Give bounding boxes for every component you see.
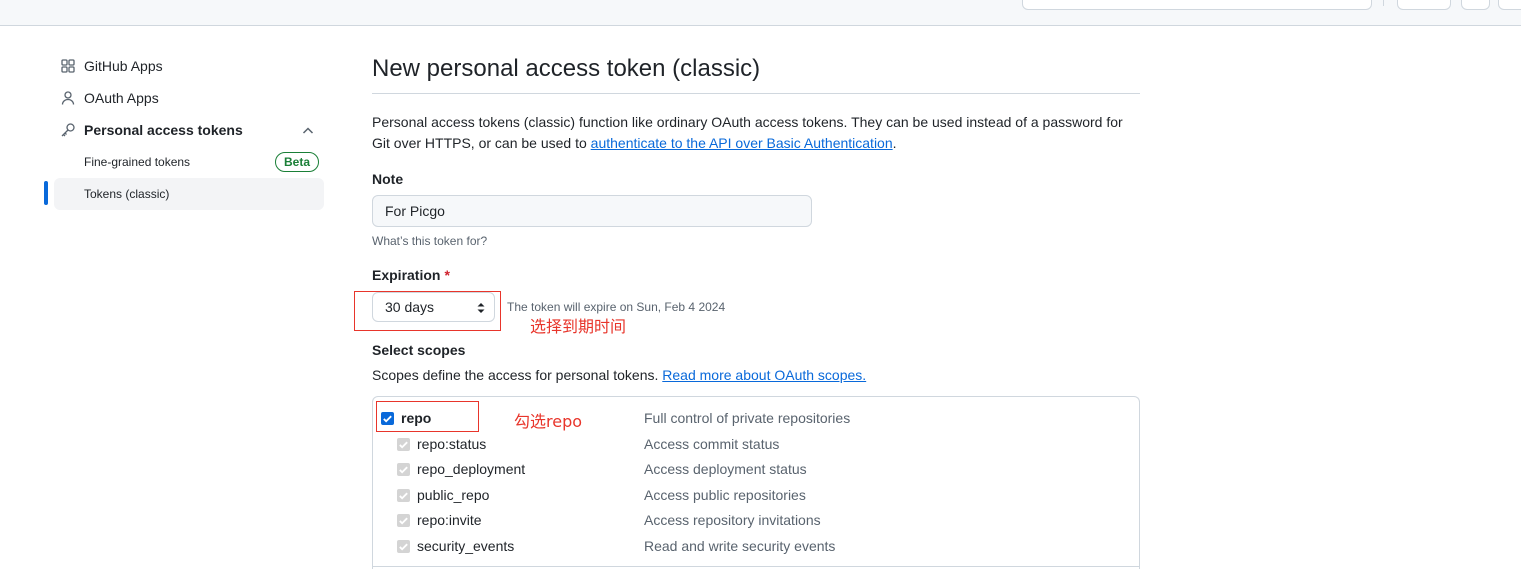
- divider: [372, 566, 1140, 567]
- scope-name: repo:status: [417, 436, 487, 452]
- page-description: Personal access tokens (classic) functio…: [372, 112, 1140, 154]
- repo-status-checkbox[interactable]: [397, 438, 410, 451]
- scope-description: Read and write security events: [644, 538, 836, 554]
- scope-name: repo: [401, 410, 432, 426]
- scope-description: Access public repositories: [644, 487, 806, 503]
- sidebar-item-label: Tokens (classic): [84, 187, 170, 201]
- select-scopes-label: Select scopes: [372, 342, 466, 358]
- sidebar-item-label: GitHub Apps: [84, 58, 163, 74]
- required-asterisk: *: [444, 267, 450, 283]
- scope-row-security-events[interactable]: security_events Read and write security …: [373, 535, 1141, 559]
- chevron-up-icon[interactable]: [300, 123, 316, 139]
- scope-name: public_repo: [417, 487, 490, 503]
- sidebar-item-oauth-apps[interactable]: OAuth Apps: [54, 84, 159, 112]
- scope-name: security_events: [417, 538, 515, 554]
- oauth-scopes-link[interactable]: Read more about OAuth scopes.: [662, 367, 866, 383]
- note-hint: What’s this token for?: [372, 234, 488, 248]
- sidebar-item-label: Fine-grained tokens: [84, 155, 191, 169]
- basic-auth-link[interactable]: authenticate to the API over Basic Authe…: [591, 135, 893, 151]
- active-indicator: [44, 181, 48, 205]
- scope-row-public-repo[interactable]: public_repo Access public repositories: [373, 484, 1141, 508]
- beta-badge: Beta: [275, 152, 320, 172]
- sidebar-item-label: Personal access tokens: [84, 122, 243, 138]
- scope-description: Full control of private repositories: [644, 410, 851, 426]
- scope-description: Access commit status: [644, 436, 780, 452]
- sidebar-item-personal-access-tokens[interactable]: Personal access tokens: [54, 116, 243, 144]
- page-title: New personal access token (classic): [372, 55, 761, 82]
- header-divider: [1383, 0, 1384, 6]
- header-issues-button[interactable]: [1461, 0, 1490, 10]
- header-pull-requests-button[interactable]: [1498, 0, 1521, 10]
- expiration-label: Expiration *: [372, 267, 450, 283]
- scope-name: repo_deployment: [417, 461, 526, 477]
- select-arrows-icon: [476, 301, 486, 315]
- scope-row-repo-status[interactable]: repo:status Access commit status: [373, 433, 1141, 457]
- scope-row-repo-invite[interactable]: repo:invite Access repository invitation…: [373, 509, 1141, 533]
- divider: [372, 93, 1140, 94]
- expiration-select[interactable]: 30 days: [372, 292, 495, 322]
- scopes-intro-text: Scopes define the access for personal to…: [372, 367, 663, 383]
- scopes-panel: repo Full control of private repositorie…: [372, 396, 1140, 569]
- scope-description: Access deployment status: [644, 461, 807, 477]
- top-search-input[interactable]: [1022, 0, 1372, 10]
- key-icon: [60, 122, 76, 138]
- repo-invite-checkbox[interactable]: [397, 514, 410, 527]
- repo-deployment-checkbox[interactable]: [397, 463, 410, 476]
- scope-row-repo[interactable]: repo Full control of private repositorie…: [373, 407, 1141, 431]
- scope-description: Access repository invitations: [644, 512, 821, 528]
- note-field[interactable]: [372, 195, 812, 227]
- person-icon: [60, 90, 76, 106]
- sidebar-item-github-apps[interactable]: GitHub Apps: [54, 52, 163, 80]
- description-suffix: .: [892, 135, 897, 151]
- scope-name: repo:invite: [417, 512, 482, 528]
- expiration-label-text: Expiration: [372, 267, 441, 283]
- apps-grid-icon: [60, 58, 76, 74]
- expiration-value: 30 days: [385, 299, 435, 315]
- header-create-button[interactable]: [1397, 0, 1451, 10]
- annotation-expiration: 选择到期时间: [530, 317, 627, 336]
- annotation-repo: 勾选repo: [514, 412, 583, 431]
- public-repo-checkbox[interactable]: [397, 489, 410, 502]
- security-events-checkbox[interactable]: [397, 540, 410, 553]
- scopes-intro: Scopes define the access for personal to…: [372, 367, 866, 383]
- sidebar-item-label: OAuth Apps: [84, 90, 159, 106]
- sidebar-item-tokens-classic[interactable]: Tokens (classic): [54, 178, 324, 210]
- expiration-hint: The token will expire on Sun, Feb 4 2024: [507, 300, 726, 314]
- repo-checkbox[interactable]: [381, 412, 394, 425]
- scope-row-repo-deployment[interactable]: repo_deployment Access deployment status: [373, 458, 1141, 482]
- note-label: Note: [372, 171, 404, 187]
